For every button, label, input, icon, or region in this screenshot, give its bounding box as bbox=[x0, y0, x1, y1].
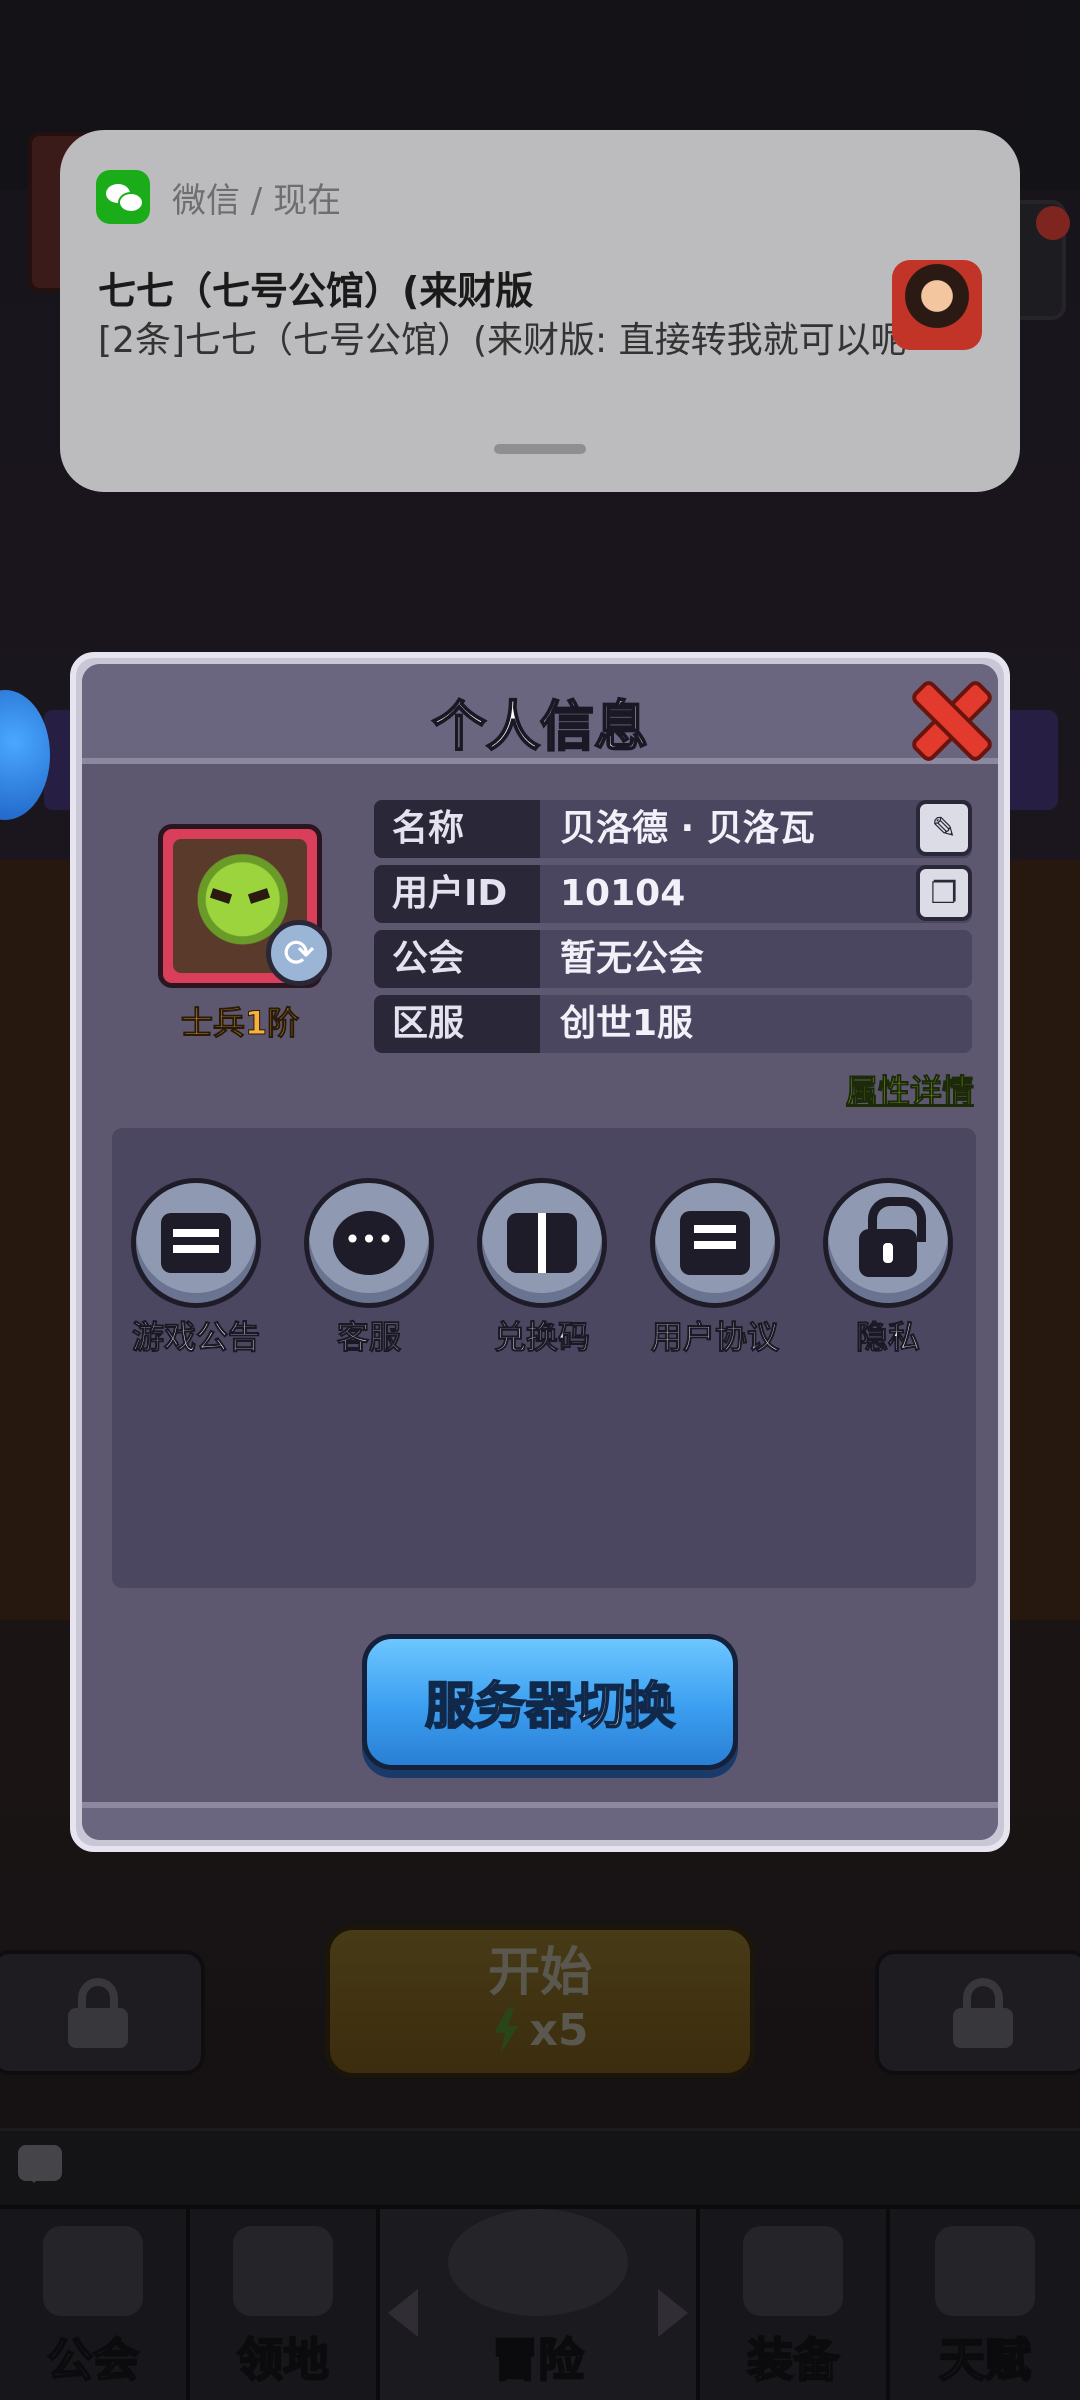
info-key: 区服 bbox=[374, 995, 540, 1053]
contact-avatar bbox=[892, 260, 982, 350]
info-row-guild: 公会 暂无公会 bbox=[374, 930, 972, 988]
server-switch-label: 服务器切换 bbox=[424, 1676, 676, 1736]
dialog-footer bbox=[82, 1802, 998, 1840]
function-label: 兑换码 bbox=[493, 1318, 590, 1357]
notice-board-icon bbox=[161, 1213, 231, 1273]
privacy-button[interactable]: 隐私 bbox=[818, 1178, 958, 1358]
notification-title: 七七（七号公馆）(来财版 bbox=[98, 269, 534, 313]
info-row-user-id: 用户ID 10104 ❐ bbox=[374, 865, 972, 923]
info-value: 暂无公会 bbox=[560, 938, 705, 979]
pencil-icon: ✎ bbox=[931, 810, 957, 846]
game-notice-button[interactable]: 游戏公告 bbox=[126, 1178, 266, 1358]
info-row-name: 名称 贝洛德 · 贝洛瓦 ✎ bbox=[374, 800, 972, 858]
info-row-server: 区服 创世1服 bbox=[374, 995, 972, 1053]
wechat-icon bbox=[96, 170, 150, 224]
notification-app-name: 微信 / 现在 bbox=[172, 180, 342, 221]
redeem-code-button[interactable]: 兑换码 bbox=[472, 1178, 612, 1358]
function-label: 用户协议 bbox=[650, 1318, 779, 1357]
function-label: 游戏公告 bbox=[131, 1318, 260, 1357]
customer-service-icon bbox=[333, 1211, 405, 1275]
user-agreement-button[interactable]: 用户协议 bbox=[645, 1178, 785, 1358]
server-switch-button[interactable]: 服务器切换 bbox=[362, 1634, 738, 1770]
function-label: 客服 bbox=[336, 1318, 401, 1357]
dialog-header: 个人信息 bbox=[82, 664, 998, 764]
info-value: 10104 bbox=[560, 873, 686, 914]
agreement-icon bbox=[680, 1211, 750, 1275]
copy-icon: ❐ bbox=[930, 875, 958, 911]
function-label: 隐私 bbox=[855, 1318, 920, 1357]
info-key: 名称 bbox=[374, 800, 540, 858]
function-panel: 游戏公告 客服 兑换码 用户协议 隐私 bbox=[112, 1128, 976, 1588]
copy-id-button[interactable]: ❐ bbox=[916, 865, 972, 921]
gift-icon bbox=[507, 1213, 577, 1273]
notification-app-row: 微信 / 现在 bbox=[96, 170, 341, 224]
edit-name-button[interactable]: ✎ bbox=[916, 800, 972, 856]
dialog-title: 个人信息 bbox=[431, 694, 649, 759]
notification-handle[interactable] bbox=[494, 444, 586, 454]
personal-info-dialog: 个人信息 ⟳ 士兵1阶 名称 贝洛德 · 贝洛瓦 ✎ 用户ID 10104 ❐ … bbox=[70, 652, 1010, 1852]
notification-body: [2条]七七（七号公馆）(来财版: 直接转我就可以呢 bbox=[98, 320, 907, 361]
swap-avatar-icon[interactable]: ⟳ bbox=[266, 920, 332, 986]
wechat-notification[interactable]: 微信 / 现在 七七（七号公馆）(来财版 [2条]七七（七号公馆）(来财版: 直… bbox=[60, 130, 1020, 492]
info-value: 创世1服 bbox=[560, 1003, 694, 1044]
customer-service-button[interactable]: 客服 bbox=[299, 1178, 439, 1358]
lock-icon bbox=[859, 1197, 926, 1277]
attribute-details-link[interactable]: 属性详情 bbox=[845, 1066, 974, 1112]
info-value: 贝洛德 · 贝洛瓦 bbox=[560, 808, 815, 849]
info-key: 公会 bbox=[374, 930, 540, 988]
rank-label: 士兵1阶 bbox=[180, 1004, 300, 1043]
close-button[interactable] bbox=[906, 676, 982, 752]
info-key: 用户ID bbox=[374, 865, 540, 923]
